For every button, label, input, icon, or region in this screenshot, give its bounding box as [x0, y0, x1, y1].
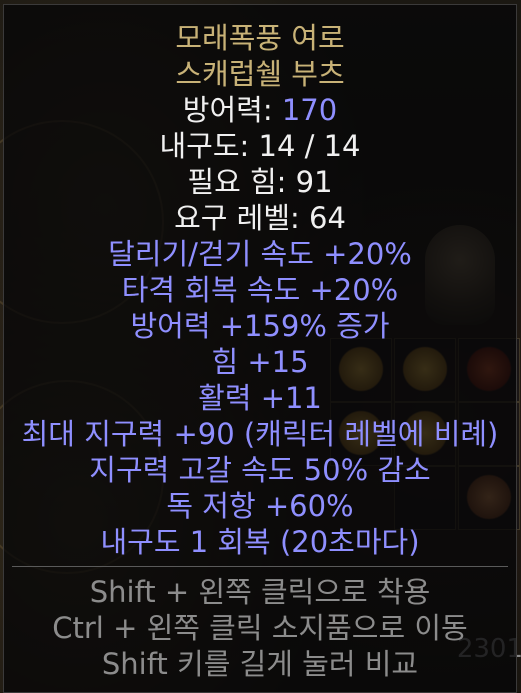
hint-move-to-inventory: Ctrl + 왼쪽 클릭 소지품으로 이동 — [52, 611, 468, 645]
item-mod: 달리기/걷기 속도 +20% — [108, 237, 412, 271]
item-mod: 내구도 1 회복 (20초마다) — [100, 525, 420, 559]
item-mod: 독 저항 +60% — [166, 489, 354, 523]
item-mod: 힘 +15 — [211, 345, 309, 379]
item-durability: 내구도: 14 / 14 — [159, 129, 361, 163]
item-mod: 방어력 +159% 증가 — [130, 309, 390, 343]
item-str-requirement: 필요 힘: 91 — [187, 165, 333, 199]
item-tooltip: 모래폭풍 여로 스캐럽쉘 부츠 방어력: 170 내구도: 14 / 14 필요… — [3, 4, 517, 693]
hint-compare: Shift 키를 길게 눌러 비교 — [101, 647, 419, 681]
item-level-requirement: 요구 레벨: 64 — [174, 201, 346, 235]
armour-label: 방어력: — [182, 93, 282, 127]
item-mod: 지구력 고갈 속도 50% 감소 — [89, 453, 431, 487]
game-screen: 2301 모래폭풍 여로 스캐럽쉘 부츠 방어력: 170 내구도: 14 / … — [0, 0, 521, 693]
item-base-type: 스캐럽쉘 부츠 — [175, 57, 345, 91]
hint-equip: Shift + 왼쪽 클릭으로 착용 — [89, 575, 431, 609]
item-armour: 방어력: 170 — [4, 92, 516, 128]
item-mod: 활력 +11 — [198, 381, 322, 415]
item-mod: 타격 회복 속도 +20% — [121, 273, 399, 307]
item-mod: 최대 지구력 +90 (캐릭터 레벨에 비례) — [21, 417, 499, 451]
item-unique-name: 모래폭풍 여로 — [175, 21, 345, 55]
armour-value: 170 — [281, 93, 338, 127]
tooltip-divider — [12, 566, 508, 567]
